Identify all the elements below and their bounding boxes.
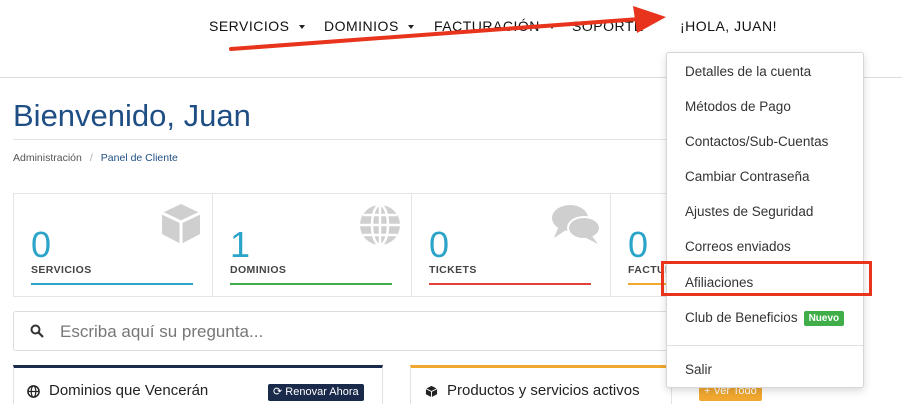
annotation-arrow-icon <box>229 6 666 51</box>
